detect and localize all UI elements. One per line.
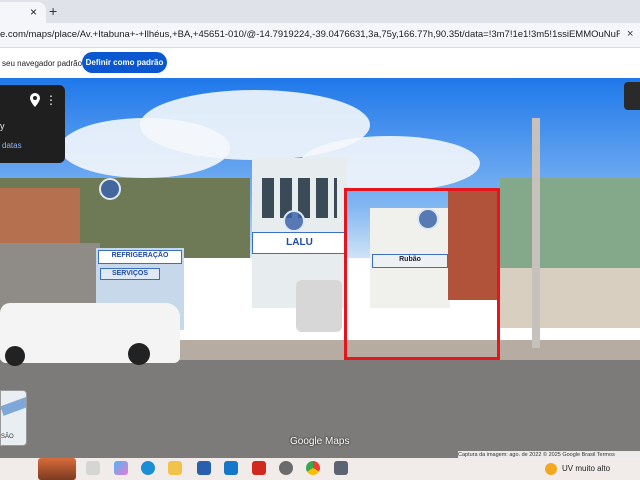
utility-pole <box>532 118 540 348</box>
servicos-sign-text: SERVIÇOS <box>111 270 149 277</box>
weather-text[interactable]: UV muito alto <box>562 464 610 473</box>
more-options-icon[interactable]: ⋮ <box>45 94 57 106</box>
refrigeracao-sign: REFRIGERAÇÃO <box>98 250 182 264</box>
taskbar: UV muito alto <box>0 458 640 480</box>
building-left <box>0 188 80 248</box>
share-icon[interactable] <box>624 82 640 110</box>
chrome-icon[interactable] <box>306 461 320 475</box>
google-maps-logo: Google Maps <box>290 436 350 447</box>
calculator-icon[interactable] <box>334 461 348 475</box>
white-pickup <box>0 303 180 363</box>
close-icon[interactable]: × <box>627 28 633 40</box>
building-right-green <box>500 178 640 278</box>
see-dates-link[interactable]: datas <box>2 141 22 150</box>
panel-title: y <box>0 121 5 131</box>
place-marker-icon[interactable] <box>283 210 305 232</box>
pickup-wheel <box>128 343 150 365</box>
browser-tab[interactable]: × <box>0 2 46 23</box>
taskbar-app-icon[interactable] <box>38 458 76 480</box>
place-marker-icon[interactable] <box>417 208 439 230</box>
refrigeracao-sign-text: REFRIGERAÇÃO <box>111 252 169 259</box>
address-bar[interactable]: e.com/maps/place/Av.+Itabuna+-+Ilhéus,+B… <box>0 23 640 48</box>
minimap[interactable]: SÃO <box>0 390 27 446</box>
copilot-icon[interactable] <box>114 461 128 475</box>
parked-car <box>296 280 342 332</box>
minimap-label: SÃO <box>1 434 14 440</box>
place-info-panel[interactable]: ⋮ y datas <box>0 85 65 163</box>
pin-icon[interactable] <box>29 93 41 107</box>
infobar-text: seu navegador padrão <box>2 59 83 68</box>
tab-strip: × + <box>0 0 640 23</box>
screen: × + e.com/maps/place/Av.+Itabuna+-+Ilhéu… <box>0 0 640 480</box>
set-default-button[interactable]: Definir como padrão <box>82 52 167 73</box>
building-right-lower <box>500 268 640 328</box>
task-view-icon[interactable] <box>86 461 100 475</box>
lalu-sign: LALU <box>252 232 347 254</box>
minimap-road <box>1 396 26 416</box>
lalu-sign-text: LALU <box>286 237 313 248</box>
servicos-sign: SERVIÇOS <box>100 268 160 280</box>
url-text[interactable]: e.com/maps/place/Av.+Itabuna+-+Ilhéus,+B… <box>0 29 620 40</box>
security-app-icon[interactable] <box>252 461 266 475</box>
new-tab-button[interactable]: + <box>49 3 57 19</box>
pickup-wheel <box>5 346 25 366</box>
settings-gear-icon[interactable] <box>279 461 293 475</box>
weather-sun-icon[interactable] <box>545 463 557 475</box>
street-view[interactable]: REFRIGERAÇÃO SERVIÇOS LALU Rubão <box>0 78 640 458</box>
place-marker-icon[interactable] <box>99 178 121 200</box>
cloud <box>60 118 230 178</box>
outlook-icon[interactable] <box>224 461 238 475</box>
tab-close-icon[interactable]: × <box>30 5 37 19</box>
store-icon[interactable] <box>197 461 211 475</box>
edge-icon[interactable] <box>141 461 155 475</box>
file-explorer-icon[interactable] <box>168 461 182 475</box>
